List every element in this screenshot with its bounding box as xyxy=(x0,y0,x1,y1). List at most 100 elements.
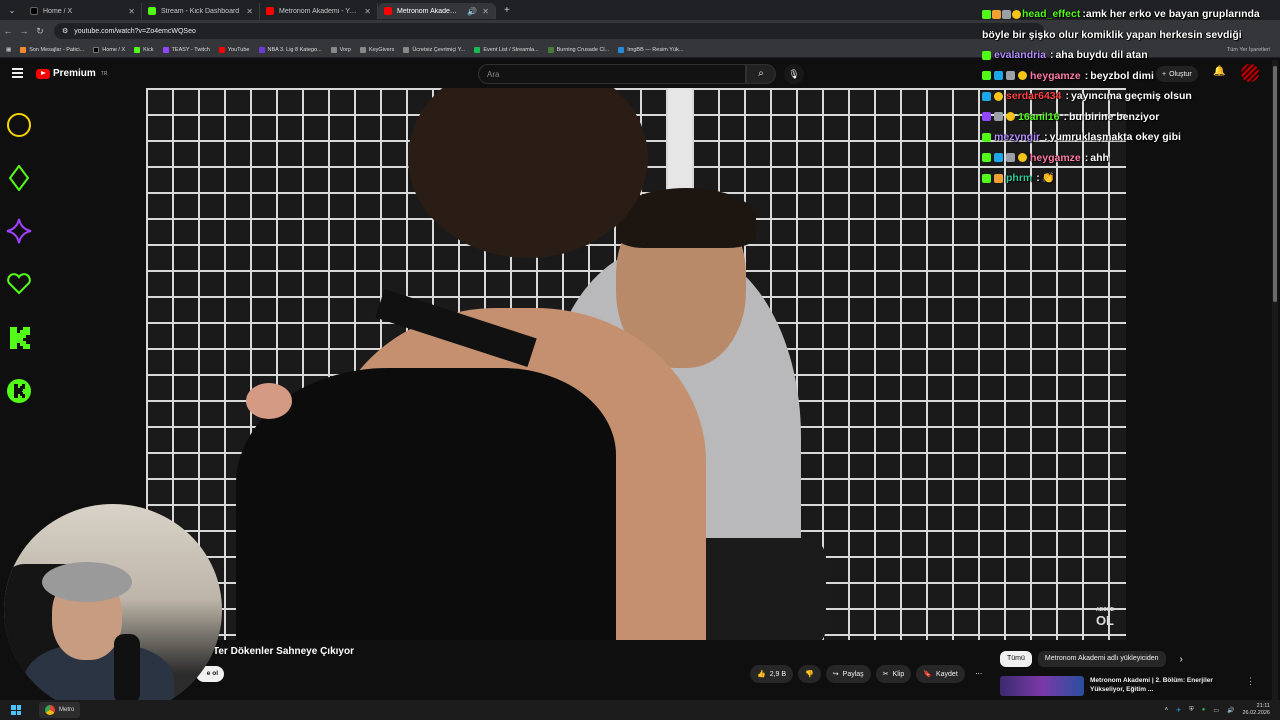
chat-text: yumruklaşmakta okey gibi xyxy=(1049,131,1181,143)
like-count: 2,9 B xyxy=(769,670,787,678)
tab-kick-dashboard[interactable]: Stream - Kick Dashboard ✕ xyxy=(142,3,260,19)
windows-taskbar: Metro ˄ ✈ ⛨ ● ▭ 🔊 21:11 26.02.2026 xyxy=(0,700,1280,720)
bookmark-label: ImgBB — Resim Yük... xyxy=(627,46,684,53)
star-icon xyxy=(6,218,32,244)
chat-username[interactable]: 16anil16 xyxy=(1018,107,1059,128)
circle-icon xyxy=(6,112,32,138)
chat-username[interactable]: head_effect xyxy=(1022,8,1080,20)
clip-button[interactable]: ✂ Klip xyxy=(875,665,912,683)
bookmark-item[interactable]: Event List / Streamla... xyxy=(474,46,539,53)
bookmark-label: YouTube xyxy=(227,46,250,53)
taskbar-chrome-app[interactable]: Metro xyxy=(39,702,81,718)
chat-message: mezyngir: yumruklaşmakta okey gibi xyxy=(982,127,1280,148)
chat-separator: : xyxy=(1049,49,1054,61)
close-icon[interactable]: ✕ xyxy=(128,7,135,16)
shield-icon[interactable]: ⛨ xyxy=(1189,707,1194,714)
recommended-video[interactable]: Metronom Akademi | 2. Bölüm: Enerjiler Y… xyxy=(1000,676,1270,696)
bookmark-item[interactable]: TEASY - Twitch xyxy=(162,46,210,53)
forward-icon[interactable]: → xyxy=(16,26,32,36)
url-field[interactable]: ⚙ youtube.com/watch?v=Zo4emcWQSeo xyxy=(54,23,1044,39)
region-code: TR xyxy=(100,70,108,77)
search-icon[interactable]: ⌕ xyxy=(746,64,776,84)
chat-text: bu birine benziyor xyxy=(1068,110,1160,123)
volume-icon[interactable]: 🔊 xyxy=(1227,707,1234,714)
scrollbar-thumb[interactable] xyxy=(1273,66,1277,302)
new-tab-button[interactable]: + xyxy=(496,5,518,16)
share-button[interactable]: ↪ Paylaş xyxy=(825,665,871,683)
chat-message: 16anil16: bu birine benziyor xyxy=(982,107,1280,128)
chat-badge-icon xyxy=(1006,112,1015,122)
chat-username[interactable]: mezyngir xyxy=(994,127,1040,148)
dislike-button[interactable]: 👎 xyxy=(798,665,821,683)
chat-text: 👏 xyxy=(1041,172,1055,184)
bookmark-item[interactable]: ImgBB — Resim Yük... xyxy=(618,46,684,53)
chat-username[interactable]: heygamze xyxy=(1030,148,1081,169)
close-icon[interactable]: ✕ xyxy=(364,7,371,16)
bookmark-item[interactable]: KeyGivers xyxy=(359,46,394,53)
bookmark-item[interactable]: Home / X xyxy=(93,46,125,53)
chat-message: phrm: 👏 xyxy=(982,168,1280,189)
chat-username[interactable]: evalandria xyxy=(994,45,1046,66)
chat-badge-icon xyxy=(994,112,1003,122)
save-label: Kaydet xyxy=(935,670,958,678)
menu-icon[interactable] xyxy=(12,68,23,80)
recommended-thumbnail[interactable] xyxy=(1000,676,1084,696)
watermark-big-text: OL xyxy=(1095,613,1114,628)
tab-metronom-youtube[interactable]: Metronom Akademi - YouTube ✕ xyxy=(260,3,378,19)
chat-username[interactable]: heygamze xyxy=(1030,66,1081,87)
logo-text: Premium xyxy=(53,68,96,79)
youtube-logo[interactable]: Premium TR xyxy=(36,68,107,79)
bookmark-item[interactable]: NBA 3. Lig 8 Katego... xyxy=(258,46,322,53)
microphone-icon[interactable]: 🎙 xyxy=(784,64,804,84)
search-input[interactable]: Ara xyxy=(478,64,746,84)
chevron-up-icon[interactable]: ˄ xyxy=(1165,707,1169,713)
chat-badge-icon xyxy=(982,9,991,19)
reload-icon[interactable]: ↻ xyxy=(32,26,48,37)
bookmark-item[interactable]: Kick xyxy=(134,46,154,53)
chat-badge-icon xyxy=(982,50,991,60)
recommended-title[interactable]: Metronom Akademi | 2. Bölüm: Enerjiler Y… xyxy=(1090,676,1240,696)
network-icon[interactable]: ▭ xyxy=(1213,707,1219,714)
page-scrollbar[interactable] xyxy=(1272,60,1278,700)
subscribe-watermark[interactable]: ABONE OL xyxy=(1096,607,1114,628)
like-button[interactable]: 👍 2,9 B xyxy=(750,665,794,683)
more-options-icon[interactable]: ⋯ xyxy=(970,665,988,683)
chip-uploader[interactable]: Metronom Akademi adlı yükleyiciden xyxy=(1037,651,1166,667)
close-icon[interactable]: ✕ xyxy=(246,7,253,16)
audio-icon[interactable]: 🔊 xyxy=(467,7,477,16)
back-icon[interactable]: ← xyxy=(0,26,16,36)
spotify-icon[interactable]: ● xyxy=(1202,707,1206,713)
bookmark-item[interactable]: Son Mesajlar - Patici... xyxy=(20,46,85,53)
chat-separator: : xyxy=(1084,69,1089,82)
bookmark-item[interactable]: YouTube xyxy=(218,46,250,53)
kick-logo-icon xyxy=(6,325,32,351)
chat-username[interactable]: serdar6434 xyxy=(1006,86,1061,107)
clock[interactable]: 21:11 26.02.2026 xyxy=(1242,703,1270,717)
chat-badge-icon xyxy=(994,173,1003,183)
chat-username[interactable]: phrm xyxy=(1006,168,1032,189)
bookmark-item[interactable]: Burning Crusade Cl... xyxy=(547,46,609,53)
tab-label: Home / X xyxy=(43,7,73,15)
chevron-right-icon[interactable]: › xyxy=(1180,654,1183,665)
windows-start-icon[interactable] xyxy=(11,705,21,715)
chat-message: serdar6434: yayıncıma geçmiş olsun xyxy=(982,86,1280,107)
chat-badge-icon xyxy=(1006,71,1015,81)
tab-search-icon[interactable]: ⌄ xyxy=(0,6,24,15)
apps-icon[interactable]: ▦ xyxy=(6,47,11,53)
webcam-microphone xyxy=(114,634,140,704)
video-player[interactable]: ABONE OL xyxy=(146,88,1126,640)
chip-all[interactable]: Tümü xyxy=(1000,651,1032,667)
close-icon[interactable]: ✕ xyxy=(482,7,489,16)
chat-badge-icon xyxy=(982,153,991,163)
save-button[interactable]: 🔖 Kaydet xyxy=(916,665,965,683)
chat-text: ahh xyxy=(1090,151,1109,164)
bookmark-item[interactable]: Vorp xyxy=(330,46,351,53)
bookmark-label: Son Mesajlar - Patici... xyxy=(29,46,85,53)
site-info-icon[interactable]: ⚙ xyxy=(62,27,68,35)
bookmark-item[interactable]: Ücretsiz Çevrimiçi Y... xyxy=(403,46,465,53)
more-vert-icon[interactable]: ⋮ xyxy=(1246,676,1255,696)
tab-metronom-episode[interactable]: Metronom Akademi | 1. Bö 🔊 ✕ xyxy=(378,3,496,19)
youtube-icon xyxy=(384,7,392,15)
telegram-icon[interactable]: ✈ xyxy=(1176,707,1181,714)
tab-home-x[interactable]: Home / X ✕ xyxy=(24,3,142,19)
